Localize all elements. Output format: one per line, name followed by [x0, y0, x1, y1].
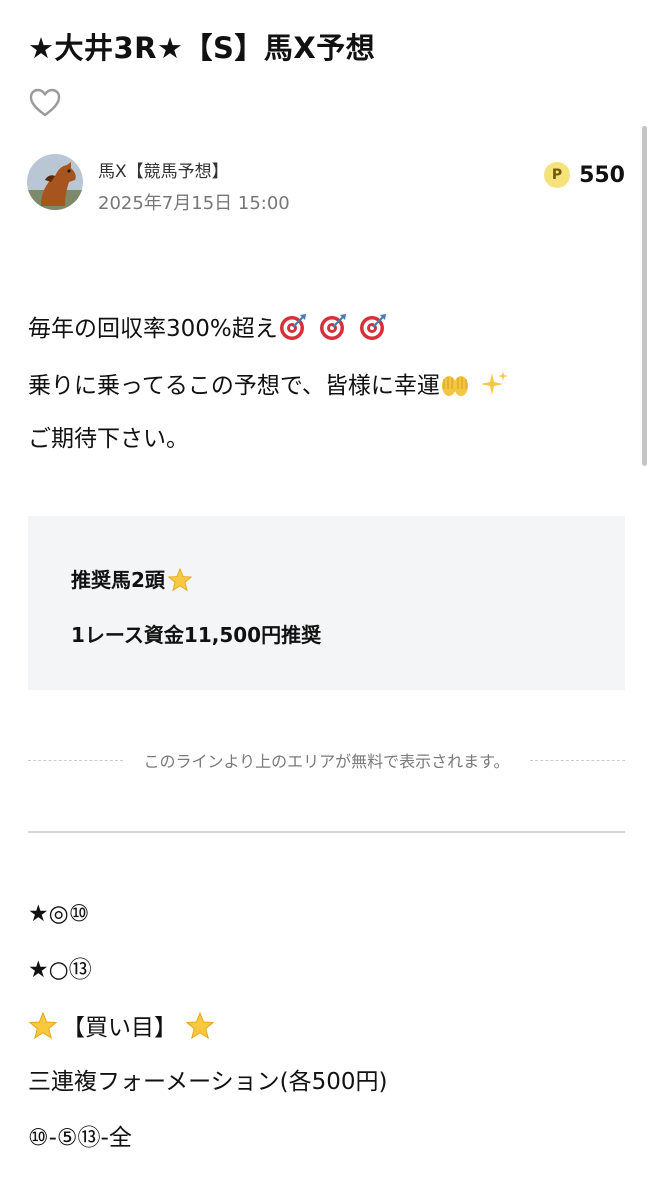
like-button[interactable] [28, 86, 62, 120]
dash-left [28, 759, 124, 761]
price-badge: P 550 [544, 162, 625, 188]
heart-outline-icon [29, 88, 61, 117]
divider [28, 831, 625, 833]
pick-line-5: ⑩-⑤⑬-全 [28, 1125, 132, 1151]
intro-line-2-text: 乗りに乗ってるこの予想で、皆様に幸運 [28, 373, 440, 399]
price-value: 550 [579, 162, 625, 188]
author-name[interactable]: 馬X【競馬予想】 [98, 157, 229, 182]
horse-avatar [27, 154, 83, 210]
post-date: 2025年7月15日 15:00 [98, 193, 290, 214]
recommendation-line-1-text: 推奨馬2頭 [71, 568, 165, 592]
paywall-notice: このラインより上のエリアが無料で表示されます。 [143, 752, 510, 771]
recommendation-line-1: 推奨馬2頭 [71, 564, 203, 593]
recommendation-box: 推奨馬2頭 1レース資金11,500円推奨 [28, 516, 625, 690]
recommendation-line-2: 1レース資金11,500円推奨 [71, 623, 322, 647]
star-icon [167, 567, 193, 593]
raising-hands-icon [440, 369, 470, 399]
pick-line-2: ★○⑬ [28, 957, 92, 983]
dash-right [529, 759, 625, 761]
pick-line-4: 三連複フォーメーション(各500円) [28, 1069, 388, 1095]
star-icon [28, 1011, 58, 1041]
star-icon [185, 1011, 215, 1041]
pick-line-3-text: 【買い目】 [62, 1015, 177, 1041]
article-title: ★大井3R★【S】馬X予想 [28, 31, 376, 65]
intro-line-1: 毎年の回収率300%超え [28, 312, 398, 344]
intro-line-3: ご期待下さい。 [28, 426, 189, 452]
author-avatar[interactable] [27, 154, 83, 210]
pick-line-1: ★◎⑩ [28, 901, 90, 927]
intro-line-2: 乗りに乗ってるこの予想で、皆様に幸運 [28, 369, 520, 401]
sparkles-icon [480, 369, 510, 399]
scrollbar[interactable] [642, 126, 647, 466]
point-coin-icon: P [544, 162, 571, 188]
intro-line-1-text: 毎年の回収率300%超え [28, 316, 278, 342]
target-icon [358, 312, 388, 342]
target-icon [278, 312, 308, 342]
paywall-separator: このラインより上のエリアが無料で表示されます。 [28, 748, 625, 772]
target-icon [318, 312, 348, 342]
pick-line-3: 【買い目】 [28, 1011, 225, 1043]
